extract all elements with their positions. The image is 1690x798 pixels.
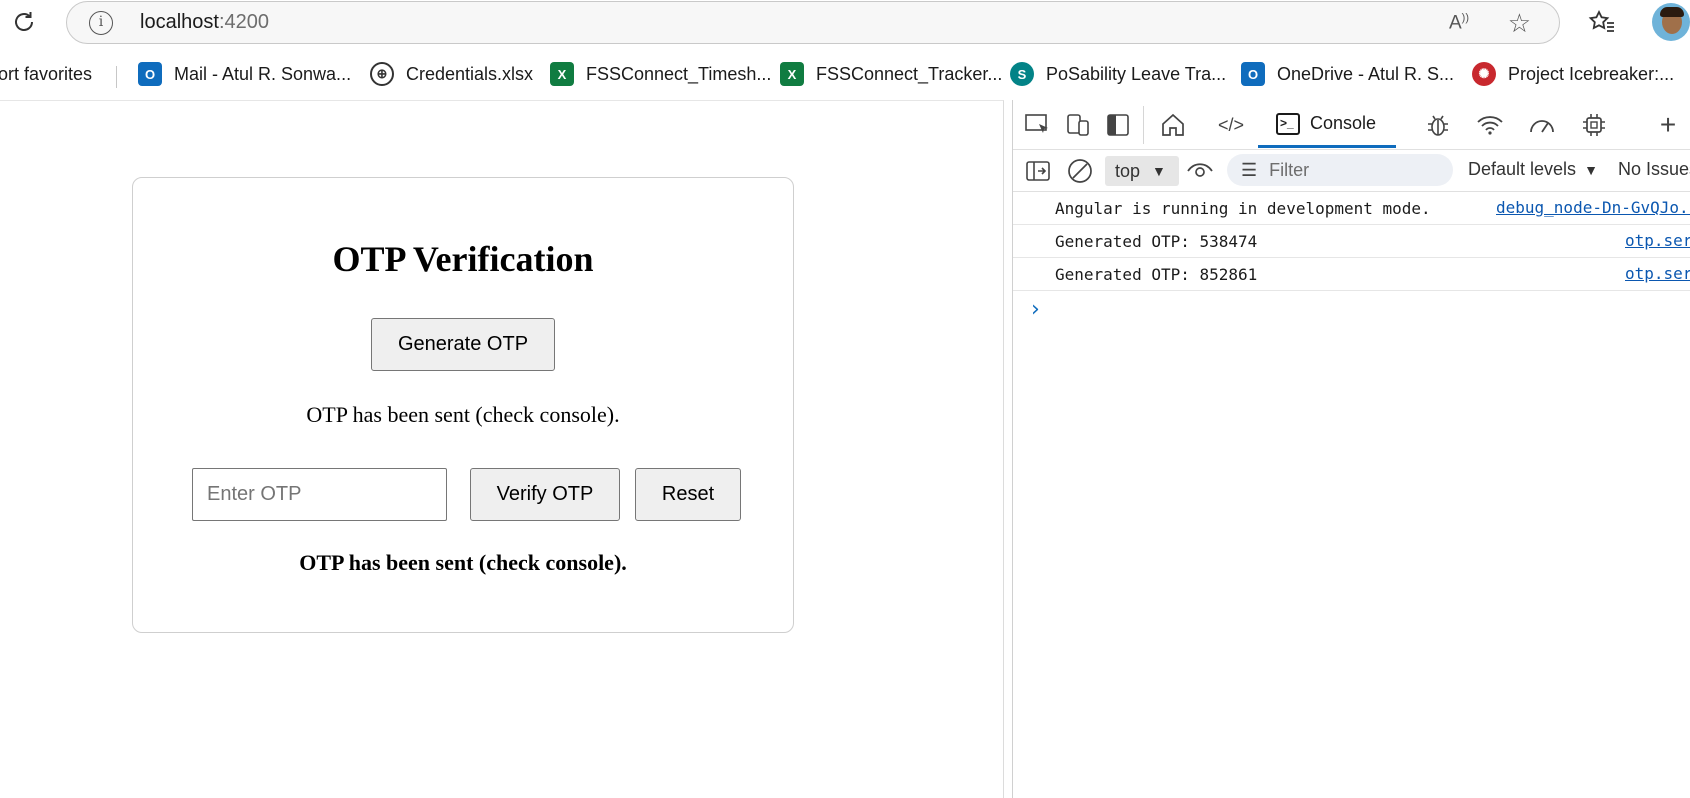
favorite-label: ort favorites (0, 63, 93, 84)
devtools-toolbar: </> >_ Console + (1013, 100, 1690, 150)
add-tool-icon[interactable]: + (1653, 109, 1683, 140)
favorite-label: OneDrive - Atul R. S... (1277, 63, 1455, 84)
device-emulation-icon[interactable] (1063, 110, 1093, 140)
favorite-label: PoSability Leave Tra... (1046, 63, 1227, 84)
reset-button[interactable]: Reset (635, 468, 741, 521)
console-source-link[interactable]: otp.service.ts (1625, 264, 1690, 283)
favorite-item-import[interactable]: ort favorites (0, 60, 92, 88)
filter-icon: ☰ (1241, 159, 1258, 180)
dock-side-icon[interactable] (1103, 110, 1133, 140)
globe-icon: ⊕ (370, 62, 394, 86)
icebreaker-icon: ✺ (1472, 62, 1496, 86)
read-aloud-icon[interactable]: A)) (1449, 12, 1469, 34)
favorite-label: Credentials.xlsx (406, 63, 534, 84)
toolbar-divider (1143, 106, 1144, 144)
favorites-list-icon[interactable] (1585, 6, 1619, 38)
tab-console[interactable]: >_ Console (1258, 102, 1396, 148)
sidebar-toggle-icon[interactable] (1023, 156, 1053, 186)
bug-icon[interactable] (1423, 110, 1453, 140)
network-wifi-icon[interactable] (1475, 110, 1505, 140)
excel-icon: X (550, 62, 574, 86)
generate-otp-button[interactable]: Generate OTP (371, 318, 555, 371)
avatar-hair (1660, 7, 1684, 17)
console-message: Angular is running in development mode. (1055, 199, 1431, 218)
performance-gauge-icon[interactable] (1527, 110, 1557, 140)
address-bar[interactable]: i localhost:4200 A)) ☆ (66, 1, 1560, 44)
favorite-label: Mail - Atul R. Sonwa... (174, 63, 352, 84)
profile-avatar[interactable] (1652, 3, 1690, 41)
favorites-divider (116, 66, 117, 88)
chevron-down-icon: ▼ (1584, 162, 1598, 178)
console-line: Generated OTP: 852861 otp.service.ts (1013, 258, 1690, 291)
browser-toolbar: i localhost:4200 A)) ☆ (0, 0, 1690, 44)
console-icon: >_ (1276, 112, 1300, 135)
page-title: OTP Verification (332, 239, 594, 279)
context-select-value: top (1115, 160, 1141, 181)
log-levels-dropdown[interactable]: Default levels ▼ (1468, 159, 1598, 180)
clear-console-icon[interactable] (1065, 156, 1095, 186)
favorite-item-mail[interactable]: O Mail - Atul R. Sonwa... (138, 60, 351, 88)
favorites-bar: ort favorites O Mail - Atul R. Sonwa... … (0, 52, 1690, 96)
console-filter-bar: top ▼ ☰ Filter Default levels ▼ No Issues (1013, 150, 1690, 192)
outlook-icon: O (1241, 62, 1265, 86)
log-levels-label: Default levels (1468, 159, 1577, 179)
devtools-panel: </> >_ Console + top ▼ ☰ Filter Default … (1012, 100, 1690, 798)
console-source-link[interactable]: otp.service.ts (1625, 231, 1690, 250)
status-message: OTP has been sent (check console). (299, 550, 627, 575)
console-message: Generated OTP: 852861 (1055, 265, 1258, 284)
favorite-label: FSSConnect_Tracker... (816, 63, 1003, 84)
memory-chip-icon[interactable] (1579, 110, 1609, 140)
favorite-label: Project Icebreaker:... (1508, 63, 1675, 84)
otp-card: OTP Verification Generate OTP OTP has be… (132, 177, 794, 633)
favorite-item-posability[interactable]: S PoSability Leave Tra... (1010, 60, 1226, 88)
live-expression-eye-icon[interactable] (1185, 156, 1215, 186)
sharepoint-icon: S (1010, 62, 1034, 86)
console-line: Angular is running in development mode. … (1013, 192, 1690, 225)
chevron-down-icon: ▼ (1152, 163, 1166, 179)
site-info-icon[interactable]: i (89, 11, 113, 35)
favorite-star-icon[interactable]: ☆ (1508, 8, 1531, 39)
outlook-icon: O (138, 62, 162, 86)
sent-message: OTP has been sent (check console). (306, 402, 620, 427)
favorite-item-onedrive[interactable]: O OneDrive - Atul R. S... (1241, 60, 1454, 88)
console-prompt-chevron-icon[interactable]: › (1031, 297, 1040, 322)
home-icon[interactable] (1158, 110, 1188, 140)
otp-input[interactable] (192, 468, 447, 521)
inspect-element-icon[interactable] (1023, 110, 1053, 140)
tab-console-label: Console (1310, 113, 1377, 133)
page-viewport: OTP Verification Generate OTP OTP has be… (0, 100, 1004, 798)
filter-placeholder: Filter (1269, 159, 1310, 180)
address-url[interactable]: localhost:4200 (140, 11, 269, 34)
favorite-item-tracker[interactable]: X FSSConnect_Tracker... (780, 60, 1002, 88)
favorite-label: FSSConnect_Timesh... (586, 63, 772, 84)
console-source-link[interactable]: debug_node-Dn-GvQJo.js (1496, 198, 1690, 217)
excel-icon: X (780, 62, 804, 86)
favorite-item-credentials[interactable]: ⊕ Credentials.xlsx (370, 60, 533, 88)
elements-icon[interactable]: </> (1216, 110, 1246, 140)
favorite-item-timesheet[interactable]: X FSSConnect_Timesh... (550, 60, 771, 88)
console-line: Generated OTP: 538474 otp.service.ts (1013, 225, 1690, 258)
context-select[interactable]: top ▼ (1105, 156, 1179, 186)
issues-counter[interactable]: No Issues (1618, 159, 1690, 180)
console-filter-input[interactable]: ☰ Filter (1227, 154, 1453, 186)
verify-otp-button[interactable]: Verify OTP (470, 468, 620, 521)
favorite-item-icebreaker[interactable]: ✺ Project Icebreaker:... (1472, 60, 1674, 88)
refresh-icon[interactable] (8, 6, 40, 38)
console-message: Generated OTP: 538474 (1055, 232, 1258, 251)
console-log: Angular is running in development mode. … (1013, 192, 1690, 291)
